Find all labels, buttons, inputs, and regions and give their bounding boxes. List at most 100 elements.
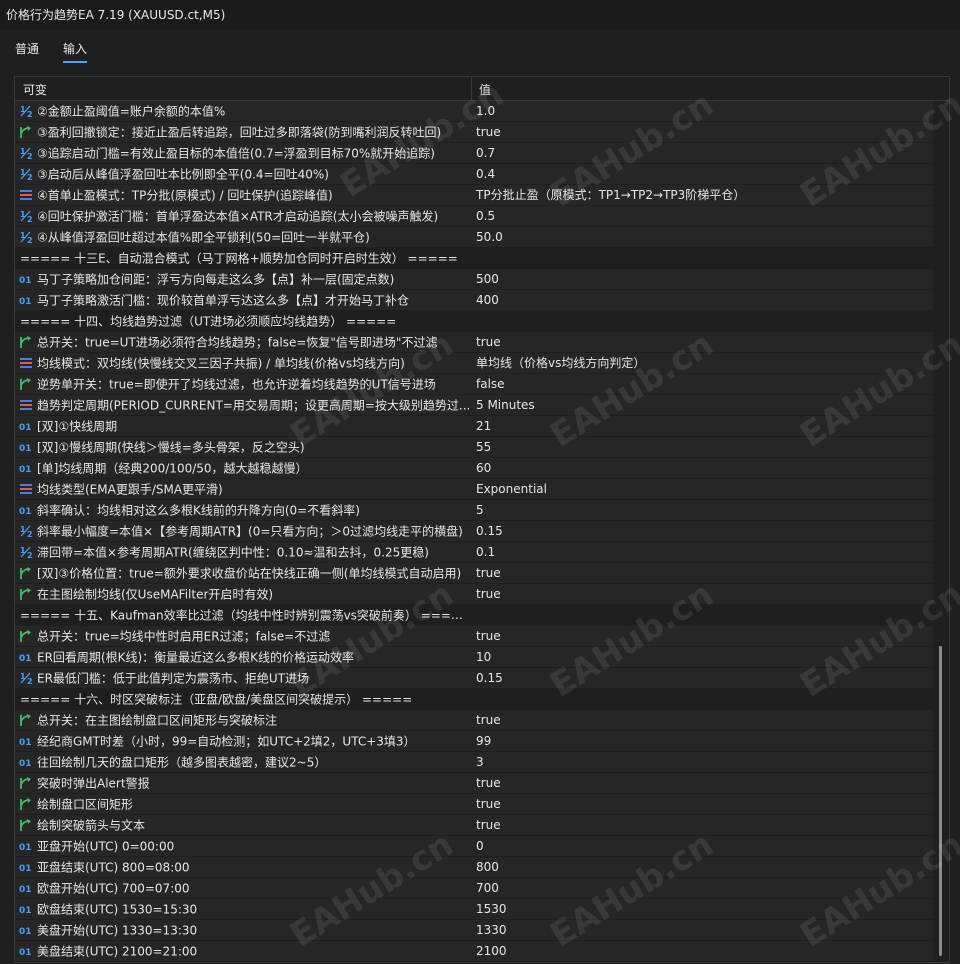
- parameter-name: 美盘开始(UTC) 1330=13:30: [37, 923, 198, 938]
- section-header-row[interactable]: ===== 十六、时区突破标注（亚盘/欧盘/美盘区间突破提示） =====: [15, 689, 933, 709]
- parameter-value[interactable]: Exponential: [472, 479, 932, 499]
- parameter-row[interactable]: 1 2 ④回吐保护激活门槛：首单浮盈达本值×ATR才启动追踪(太小会被噪声触发) 0.…: [15, 206, 933, 226]
- parameter-row[interactable]: 1 2 ER最低门槛：低于此值判定为震荡市、拒绝UT进场 0.15: [15, 668, 933, 688]
- parameter-value[interactable]: 400: [472, 290, 932, 310]
- section-header-row[interactable]: ===== 十四、均线趋势过滤（UT进场必须顺应均线趋势） =====: [15, 311, 933, 331]
- parameter-row[interactable]: 绘制盘口区间矩形 true: [15, 794, 933, 814]
- parameter-row[interactable]: 在主图绘制均线(仅UseMAFilter开启时有效) true: [15, 584, 933, 604]
- parameter-row[interactable]: 绘制突破箭头与文本 true: [15, 815, 933, 835]
- parameter-row[interactable]: 1 2 ③启动后从峰值浮盈回吐本比例即全平(0.4=回吐40%) 0.4: [15, 164, 933, 184]
- svg-text:01: 01: [19, 927, 32, 937]
- parameter-row[interactable]: 01 经纪商GMT时差（小时，99=自动检测；如UTC+2填2，UTC+3填3） 9…: [15, 731, 933, 751]
- svg-text:1: 1: [20, 231, 26, 240]
- parameter-name-cell: ④首单止盈模式：TP分批(原模式) / 回吐保护(追踪峰值): [15, 185, 471, 205]
- parameter-value[interactable]: true: [472, 563, 932, 583]
- parameter-value[interactable]: 0.15: [472, 521, 932, 541]
- parameter-value[interactable]: false: [472, 374, 932, 394]
- section-header-row[interactable]: ===== 十五、Kaufman效率比过滤（均线中性时辨别震荡vs突破前奏） =…: [15, 605, 933, 625]
- parameter-value[interactable]: 5: [472, 500, 932, 520]
- parameter-value[interactable]: 5 Minutes: [472, 395, 932, 415]
- parameter-value[interactable]: 1.0: [472, 101, 932, 121]
- parameter-value[interactable]: 800: [472, 857, 932, 877]
- parameter-name: [双]③价格位置：true=额外要求收盘价站在快线正确一侧(单均线模式自动启用): [37, 566, 462, 581]
- parameter-value[interactable]: 21: [472, 416, 932, 436]
- parameter-row[interactable]: 趋势判定周期(PERIOD_CURRENT=用交易周期；设更高周期=按大级别趋势…: [15, 395, 933, 415]
- column-header-value[interactable]: 值: [479, 81, 491, 98]
- parameter-value[interactable]: 0.1: [472, 542, 932, 562]
- parameter-row[interactable]: 01 美盘结束(UTC) 2100=21:00 2100: [15, 941, 933, 961]
- parameter-row[interactable]: 01 [单]均线周期（经典200/100/50，越大越稳越慢） 60: [15, 458, 933, 478]
- parameter-row[interactable]: 总开关：在主图绘制盘口区间矩形与突破标注 true: [15, 710, 933, 730]
- parameter-name-cell: 01 亚盘结束(UTC) 800=08:00: [15, 857, 471, 877]
- parameter-row[interactable]: 均线模式：双均线(快慢线交叉三因子共振) / 单均线(价格vs均线方向) 单均线（…: [15, 353, 933, 373]
- parameter-value[interactable]: true: [472, 584, 932, 604]
- parameter-name-cell: ③盈利回撤锁定：接近止盈后转追踪，回吐过多即落袋(防到嘴利润反转吐回): [15, 122, 471, 142]
- parameter-row[interactable]: 01 往回绘制几天的盘口矩形（越多图表越密，建议2~5） 3: [15, 752, 933, 772]
- parameter-name-cell: 01 马丁子策略激活门槛：现价较首单浮亏达这么多【点】才开始马丁补仓: [15, 290, 471, 310]
- column-divider[interactable]: [471, 77, 472, 100]
- tab-inputs[interactable]: 输入: [63, 39, 88, 63]
- parameter-row[interactable]: 01 斜率确认：均线相对这么多根K线前的升降方向(0=不看斜率) 5: [15, 500, 933, 520]
- parameter-row[interactable]: 1 2 ④从峰值浮盈回吐超过本值%即全平锁利(50=回吐一半就平仓) 50.0: [15, 227, 933, 247]
- parameter-value[interactable]: true: [472, 815, 932, 835]
- parameter-value[interactable]: 700: [472, 878, 932, 898]
- parameter-value[interactable]: 0: [472, 836, 932, 856]
- parameter-row[interactable]: 1 2 ②金额止盈阈值=账户余额的本值% 1.0: [15, 101, 933, 121]
- parameter-value[interactable]: 单均线（价格vs均线方向判定）: [472, 353, 932, 373]
- parameter-name-cell: 01 马丁子策略加仓间距：浮亏方向每走这么多【点】补一层(固定点数): [15, 269, 471, 289]
- svg-text:01: 01: [19, 654, 32, 664]
- parameter-row[interactable]: ③盈利回撤锁定：接近止盈后转追踪，回吐过多即落袋(防到嘴利润反转吐回) true: [15, 122, 933, 142]
- parameter-value[interactable]: TP分批止盈（原模式：TP1→TP2→TP3阶梯平仓）: [472, 185, 932, 205]
- parameter-name-cell: 01 [双]①快线周期: [15, 416, 471, 436]
- parameter-value[interactable]: 55: [472, 437, 932, 457]
- parameter-value[interactable]: 0.4: [472, 164, 932, 184]
- parameter-value[interactable]: 1530: [472, 899, 932, 919]
- parameter-value[interactable]: 99: [472, 731, 932, 751]
- parameter-value[interactable]: 50.0: [472, 227, 932, 247]
- parameter-row[interactable]: 突破时弹出Alert警报 true: [15, 773, 933, 793]
- parameter-value[interactable]: 500: [472, 269, 932, 289]
- parameter-row[interactable]: 1 2 斜率最小幅度=本值×【参考周期ATR】(0=只看方向；＞0过滤均线走平的横盘…: [15, 521, 933, 541]
- parameter-row[interactable]: 均线类型(EMA更跟手/SMA更平滑) Exponential: [15, 479, 933, 499]
- parameter-row[interactable]: 01 [双]①慢线周期(快线＞慢线=多头骨架，反之空头) 55: [15, 437, 933, 457]
- parameter-row[interactable]: 总开关：true=均线中性时启用ER过滤；false=不过滤 true: [15, 626, 933, 646]
- parameter-name-cell: 01 [双]①慢线周期(快线＞慢线=多头骨架，反之空头): [15, 437, 471, 457]
- parameter-row[interactable]: 1 2 滞回带=本值×参考周期ATR(缠绕区判中性：0.10≈温和去抖，0.25更稳…: [15, 542, 933, 562]
- scrollbar-thumb[interactable]: [939, 646, 942, 956]
- parameter-value[interactable]: true: [472, 710, 932, 730]
- parameter-row[interactable]: 01 欧盘结束(UTC) 1530=15:30 1530: [15, 899, 933, 919]
- parameter-row[interactable]: 01 美盘开始(UTC) 1330=13:30 1330: [15, 920, 933, 940]
- parameter-value[interactable]: true: [472, 794, 932, 814]
- parameter-row[interactable]: 逆势单开关：true=即使开了均线过滤，也允许逆着均线趋势的UT信号进场 fals…: [15, 374, 933, 394]
- parameter-value[interactable]: 60: [472, 458, 932, 478]
- parameter-row[interactable]: 01 马丁子策略加仓间距：浮亏方向每走这么多【点】补一层(固定点数) 500: [15, 269, 933, 289]
- parameter-value[interactable]: true: [472, 332, 932, 352]
- parameter-name-cell: 1 2 滞回带=本值×参考周期ATR(缠绕区判中性：0.10≈温和去抖，0.25更稳…: [15, 542, 471, 562]
- parameter-value[interactable]: 0.7: [472, 143, 932, 163]
- parameter-value[interactable]: 0.15: [472, 668, 932, 688]
- parameter-name: ③追踪启动门槛=有效止盈目标的本值倍(0.7=浮盈到目标70%就开始追踪): [37, 146, 435, 161]
- parameter-row[interactable]: 01 马丁子策略激活门槛：现价较首单浮亏达这么多【点】才开始马丁补仓 400: [15, 290, 933, 310]
- parameter-value[interactable]: 3: [472, 752, 932, 772]
- tab-general[interactable]: 普通: [15, 39, 39, 61]
- parameter-row[interactable]: 01 欧盘开始(UTC) 700=07:00 700: [15, 878, 933, 898]
- parameter-name-cell: 总开关：true=UT进场必须符合均线趋势；false=恢复"信号即进场"不过滤: [15, 332, 471, 352]
- parameter-value[interactable]: true: [472, 122, 932, 142]
- parameter-row[interactable]: 1 2 ③追踪启动门槛=有效止盈目标的本值倍(0.7=浮盈到目标70%就开始追踪) 0…: [15, 143, 933, 163]
- parameter-value[interactable]: 2100: [472, 941, 932, 961]
- parameter-value[interactable]: 1330: [472, 920, 932, 940]
- vertical-scrollbar[interactable]: [936, 101, 946, 961]
- parameter-value[interactable]: 10: [472, 647, 932, 667]
- parameter-row[interactable]: 01 ER回看周期(根K线)：衡量最近这么多根K线的价格运动效率 10: [15, 647, 933, 667]
- parameter-row[interactable]: [双]③价格位置：true=额外要求收盘价站在快线正确一侧(单均线模式自动启用)…: [15, 563, 933, 583]
- column-header-variable[interactable]: 可变: [23, 81, 47, 98]
- parameter-value[interactable]: true: [472, 773, 932, 793]
- parameter-row[interactable]: 01 [双]①快线周期 21: [15, 416, 933, 436]
- parameter-row[interactable]: 01 亚盘开始(UTC) 0=00:00 0: [15, 836, 933, 856]
- parameter-row[interactable]: 总开关：true=UT进场必须符合均线趋势；false=恢复"信号即进场"不过滤…: [15, 332, 933, 352]
- parameter-value[interactable]: 0.5: [472, 206, 932, 226]
- section-header-row[interactable]: ===== 十三E、自动混合模式（马丁网格+顺势加仓同时开启时生效） =====: [15, 248, 933, 268]
- parameter-row[interactable]: 01 亚盘结束(UTC) 800=08:00 800: [15, 857, 933, 877]
- parameter-row[interactable]: ④首单止盈模式：TP分批(原模式) / 回吐保护(追踪峰值) TP分批止盈（原模式…: [15, 185, 933, 205]
- parameter-value[interactable]: true: [472, 626, 932, 646]
